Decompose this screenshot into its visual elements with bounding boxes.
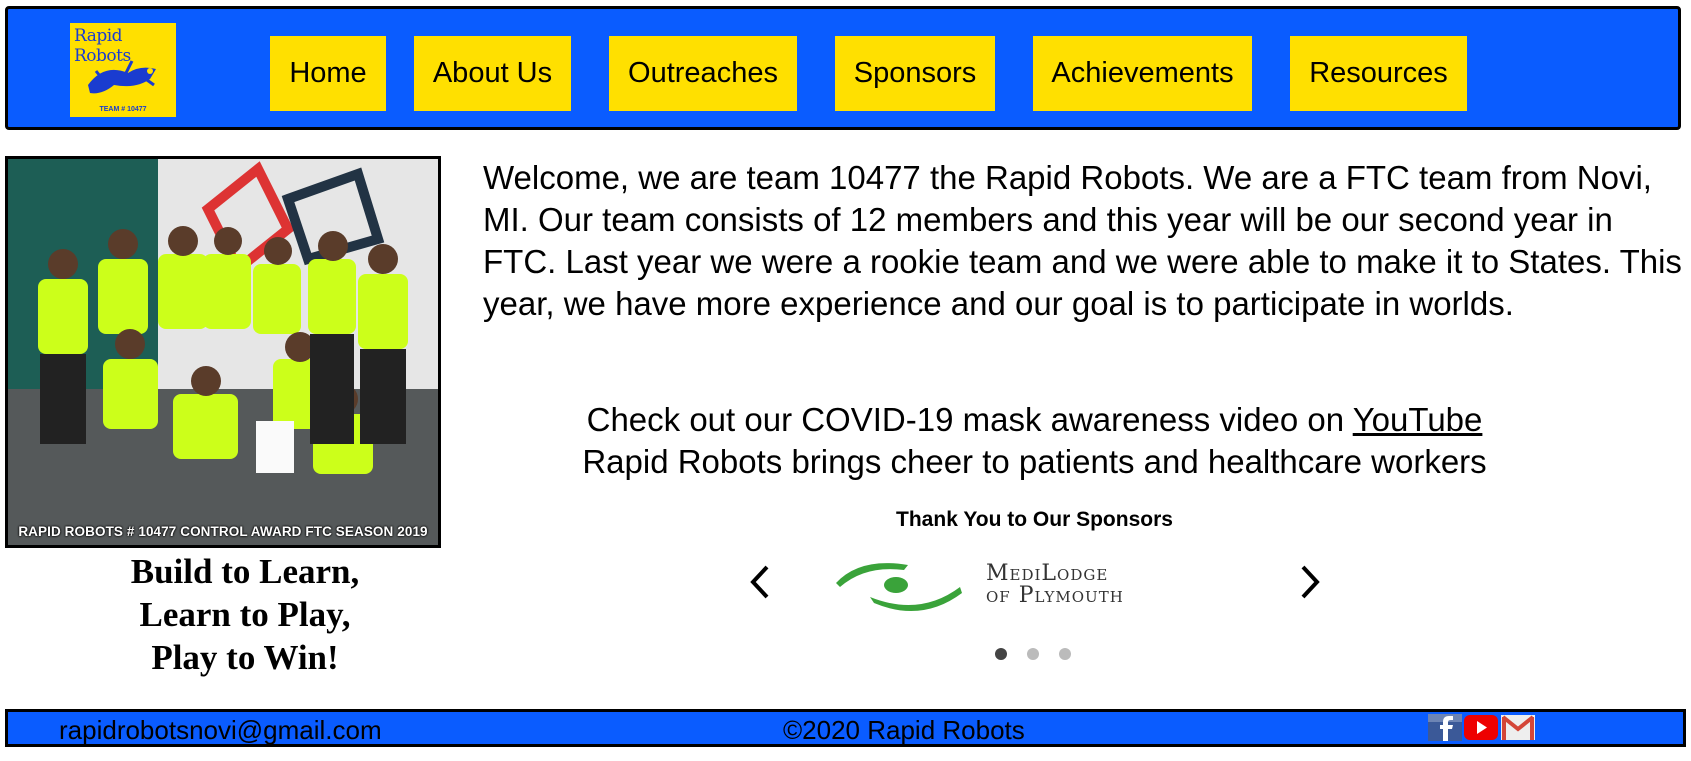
chevron-right-icon <box>1301 565 1320 599</box>
motto-line: Build to Learn, <box>130 552 360 591</box>
chevron-left-icon <box>750 565 769 599</box>
carousel-dot[interactable] <box>1027 648 1039 660</box>
nav-about-us[interactable]: About Us <box>414 36 571 111</box>
motto-line: Learn to Play, <box>139 595 351 634</box>
covid-line: Check out our COVID-19 mask awareness vi… <box>483 399 1586 441</box>
footer-email-link[interactable]: rapidrobotsnovi@gmail.com <box>59 715 382 746</box>
nav-home[interactable]: Home <box>270 36 386 111</box>
site-header: Rapid Robots TEAM # 10477 Home About Us … <box>5 6 1681 130</box>
gmail-icon[interactable] <box>1501 714 1535 741</box>
welcome-text: Welcome, we are team 10477 the Rapid Rob… <box>483 159 1682 322</box>
carousel-dot[interactable] <box>995 648 1007 660</box>
logo-team-number: TEAM # 10477 <box>99 106 147 113</box>
covid-text: Check out our COVID-19 mask awareness vi… <box>586 401 1353 438</box>
sponsor-name-line: of Plymouth <box>986 583 1124 608</box>
site-footer: rapidrobotsnovi@gmail.com ©2020 Rapid Ro… <box>5 709 1686 747</box>
carousel-prev-button[interactable] <box>745 565 775 599</box>
carousel-next-button[interactable] <box>1295 565 1325 599</box>
medilodge-swoosh-icon <box>836 563 962 611</box>
carousel-dot[interactable] <box>1059 648 1071 660</box>
robot-dog-icon <box>88 60 156 94</box>
nav-achievements[interactable]: Achievements <box>1033 36 1252 111</box>
sponsor-name: MediLodge of Plymouth <box>986 563 1124 607</box>
sponsor-logo[interactable]: MediLodge of Plymouth <box>830 555 1230 615</box>
covid-section: Check out our COVID-19 mask awareness vi… <box>483 399 1586 483</box>
team-photo-illustration <box>8 159 438 545</box>
youtube-icon[interactable] <box>1464 714 1498 741</box>
youtube-link[interactable]: YouTube <box>1353 401 1483 438</box>
nav-outreaches[interactable]: Outreaches <box>609 36 797 111</box>
nav-resources[interactable]: Resources <box>1290 36 1467 111</box>
motto-line: Play to Win! <box>151 638 339 677</box>
carousel-dots <box>995 648 1071 660</box>
team-motto: Build to Learn, Learn to Play, Play to W… <box>5 550 485 679</box>
cheer-text: Rapid Robots brings cheer to patients an… <box>582 443 1487 480</box>
footer-copyright: ©2020 Rapid Robots <box>783 715 1025 745</box>
sponsor-name-line: MediLodge <box>986 561 1109 586</box>
sponsors-title: Thank You to Our Sponsors <box>896 508 1173 531</box>
team-logo[interactable]: Rapid Robots TEAM # 10477 <box>70 23 176 117</box>
team-photo: RAPID ROBOTS # 10477 CONTROL AWARD FTC S… <box>5 156 441 548</box>
nav-sponsors[interactable]: Sponsors <box>835 36 995 111</box>
facebook-icon[interactable] <box>1428 714 1462 741</box>
photo-caption: RAPID ROBOTS # 10477 CONTROL AWARD FTC S… <box>18 524 428 539</box>
